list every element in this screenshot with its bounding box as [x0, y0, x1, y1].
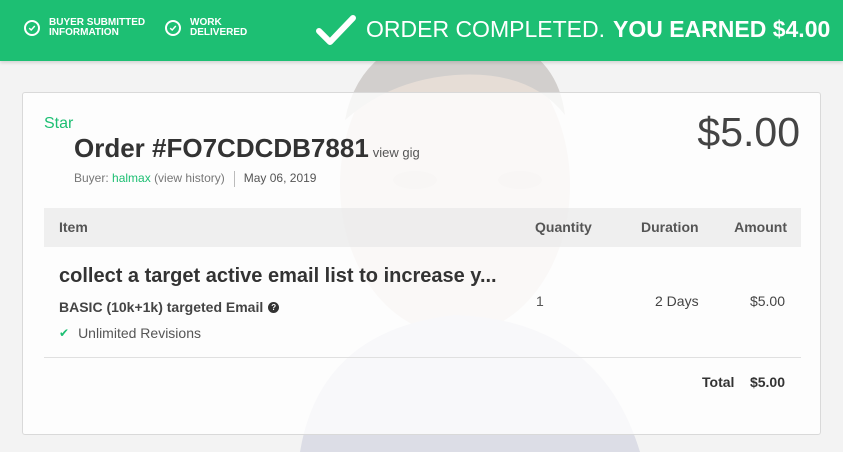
divider: [233, 171, 235, 187]
view-gig-link[interactable]: view gig: [373, 145, 420, 160]
gig-title-link[interactable]: Star: [44, 115, 73, 133]
view-history-link[interactable]: (view history): [154, 171, 225, 187]
item-feature: ✔ Unlimited Revisions: [59, 325, 201, 341]
check-circle-icon: [24, 20, 40, 36]
help-icon[interactable]: ?: [268, 301, 280, 313]
header-duration: Duration: [641, 219, 699, 235]
buyer-link[interactable]: halmax: [112, 171, 151, 187]
header-amount: Amount: [734, 219, 787, 235]
order-number: Order #FO7CDCDB7881 view gig: [74, 133, 420, 163]
item-amount: $5.00: [749, 293, 785, 309]
item-title: collect a target active email list to in…: [59, 265, 497, 287]
status-text: ORDER COMPLETED.: [366, 16, 605, 42]
table-header: Item Quantity Duration Amount: [44, 208, 801, 247]
step-label: BUYER SUBMITTED INFORMATION: [49, 17, 146, 38]
order-completed-headline: ORDER COMPLETED. YOU EARNED $4.00: [366, 16, 830, 43]
big-check-icon: [316, 15, 356, 45]
order-status-bar: BUYER SUBMITTED INFORMATION WORK DELIVER…: [0, 0, 843, 61]
check-circle-icon: [165, 20, 181, 36]
order-price: $5.00: [697, 109, 800, 155]
header-item: Item: [59, 219, 88, 235]
header-quantity: Quantity: [535, 219, 592, 235]
check-icon: ✔: [59, 326, 70, 340]
step-buyer-submitted: BUYER SUBMITTED INFORMATION: [24, 18, 159, 38]
total-label: Total: [702, 374, 735, 390]
item-package: BASIC (10k+1k) targeted Email ?: [59, 299, 280, 315]
item-duration: 2 Days: [655, 293, 699, 309]
earned-text: YOU EARNED $4.00: [612, 16, 831, 42]
order-card: Star Order #FO7CDCDB7881 view gig Buyer: …: [22, 92, 821, 435]
order-date: May 06, 2019: [243, 171, 317, 185]
total-value: $5.00: [749, 374, 785, 390]
buyer-prefix: Buyer:: [74, 171, 109, 185]
order-meta: Buyer: halmax (view history) May 06, 201…: [74, 171, 316, 187]
step-label: WORK DELIVERED: [190, 17, 248, 38]
step-work-delivered: WORK DELIVERED: [165, 18, 300, 38]
item-quantity: 1: [536, 293, 544, 309]
table-divider: [44, 357, 801, 358]
